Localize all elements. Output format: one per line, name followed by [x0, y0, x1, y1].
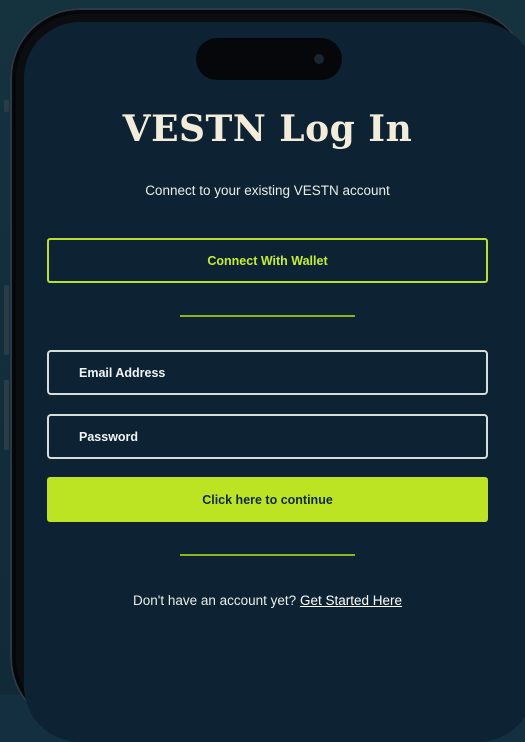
get-started-link[interactable]: Get Started Here	[300, 593, 402, 608]
signup-prompt: Don't have an account yet? Get Started H…	[0, 593, 525, 608]
page-title: VESTN Log In	[122, 108, 413, 150]
connect-wallet-button[interactable]: Connect With Wallet	[47, 238, 488, 283]
continue-button[interactable]: Click here to continue	[47, 477, 488, 522]
page-subtitle: Connect to your existing VESTN account	[145, 183, 390, 198]
signup-prompt-text: Don't have an account yet?	[133, 593, 300, 608]
email-field[interactable]	[47, 350, 488, 395]
password-field[interactable]	[47, 414, 488, 459]
password-input[interactable]	[49, 416, 486, 457]
divider-bottom	[180, 554, 355, 556]
divider-top	[180, 315, 355, 317]
side-button-volume-up	[4, 285, 9, 355]
email-input[interactable]	[49, 352, 486, 393]
dynamic-island	[196, 38, 342, 80]
side-button-volume-down	[4, 380, 9, 450]
camera-icon	[314, 54, 324, 64]
